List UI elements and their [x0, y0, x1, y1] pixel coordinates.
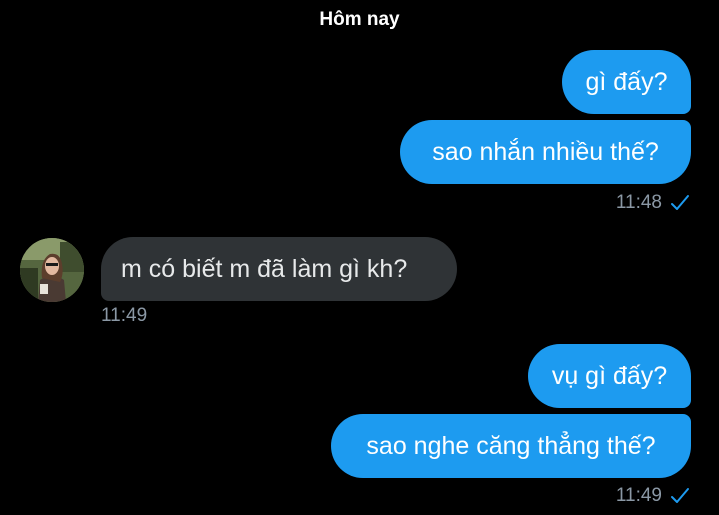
contact-avatar[interactable] — [20, 238, 84, 302]
outgoing-message[interactable]: sao nghe căng thẳng thế? — [331, 414, 691, 478]
message-text: sao nhắn nhiều thế? — [432, 138, 659, 166]
message-meta: 11:49 — [101, 305, 147, 327]
sent-check-icon — [671, 488, 689, 503]
timestamp: 11:49 — [615, 485, 662, 506]
outgoing-message[interactable]: gì đấy? — [562, 50, 691, 114]
message-text: gì đấy? — [585, 68, 668, 96]
timestamp: 11:48 — [615, 192, 662, 213]
message-text: vụ gì đấy? — [551, 362, 668, 390]
timestamp: 11:49 — [101, 305, 148, 326]
message-text: m có biết m đã làm gì kh? — [121, 255, 408, 283]
message-meta: 11:48 — [616, 192, 690, 214]
outgoing-message[interactable]: sao nhắn nhiều thế? — [400, 120, 691, 184]
chat-screen: Hôm nay gì đấy? sao nhắn nhiều thế? 11:4… — [0, 0, 719, 515]
sent-check-icon — [671, 195, 689, 210]
avatar-photo — [20, 238, 84, 302]
message-meta: 11:49 — [616, 485, 690, 507]
message-text: sao nghe căng thẳng thế? — [366, 432, 656, 460]
date-divider: Hôm nay — [319, 9, 400, 30]
incoming-message[interactable]: m có biết m đã làm gì kh? — [101, 237, 457, 301]
outgoing-message[interactable]: vụ gì đấy? — [528, 344, 691, 408]
